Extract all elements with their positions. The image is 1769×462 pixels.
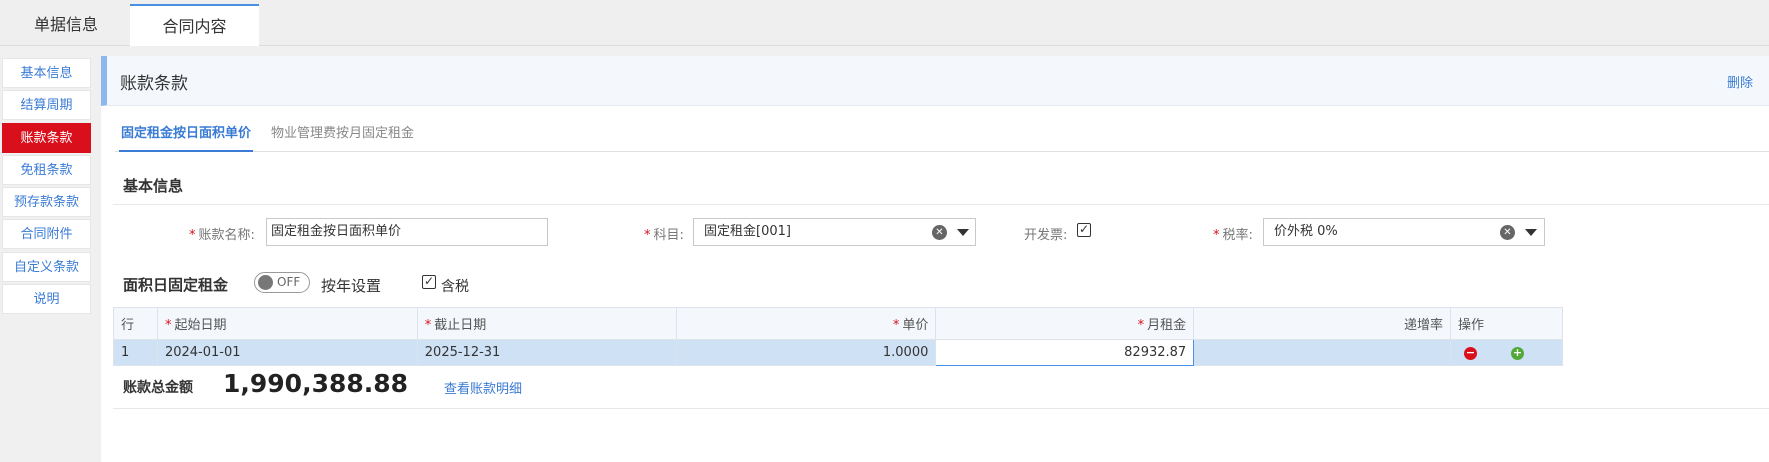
cell-end-date[interactable]: 2025-12-31	[416, 339, 677, 366]
required-mark: *	[424, 318, 432, 333]
cell-actions: − +	[1449, 339, 1564, 366]
total-amount-value: 1,990,388.88	[223, 369, 409, 398]
chevron-down-icon[interactable]	[1525, 229, 1537, 236]
side-nav: 基本信息 结算周期 账款条款 免租条款 预存款条款 合同附件 自定义条款 说明	[2, 58, 91, 316]
chevron-down-icon[interactable]	[957, 229, 969, 236]
payment-name-label: * 账款名称:	[189, 228, 255, 243]
delete-link[interactable]: 删除	[1727, 72, 1753, 91]
main-panel: 账款条款 删除 固定租金按日面积单价 物业管理费按月固定租金 基本信息 * 账款名…	[101, 56, 1769, 462]
tab-fixed-rent-daily-area[interactable]: 固定租金按日面积单价	[119, 122, 254, 152]
sidebar-item-custom-terms[interactable]: 自定义条款	[2, 251, 91, 282]
sidebar-item-deposit-terms[interactable]: 预存款条款	[2, 187, 91, 218]
sidebar-item-basic-info[interactable]: 基本信息	[2, 58, 91, 88]
tax-included-checkbox[interactable]: ✓	[422, 275, 436, 289]
sidebar-item-attachments[interactable]: 合同附件	[2, 219, 91, 250]
col-increase-rate: 递增率	[1193, 307, 1451, 340]
sidebar-item-settlement-cycle[interactable]: 结算周期	[2, 90, 91, 121]
sidebar-item-payment-terms[interactable]: 账款条款	[2, 122, 91, 153]
required-mark: *	[164, 318, 172, 333]
tab-contract-content[interactable]: 合同内容	[130, 4, 259, 46]
clear-icon[interactable]: ✕	[932, 225, 947, 240]
remove-row-icon[interactable]: −	[1463, 347, 1477, 360]
clear-icon[interactable]: ✕	[1500, 225, 1515, 240]
subject-value: 固定租金[001]	[704, 224, 791, 239]
cell-start-date[interactable]: 2024-01-01	[156, 339, 418, 366]
cell-increase-rate[interactable]	[1193, 339, 1451, 366]
section-header: 账款条款 删除	[101, 56, 1769, 106]
tax-included-label: 含税	[441, 279, 469, 295]
table-header-row: 行 * 起始日期 * 截止日期 * 单价 * 月租金 递增率 操作	[113, 307, 1564, 340]
view-details-link[interactable]: 查看账款明细	[444, 378, 522, 397]
required-mark: *	[644, 228, 651, 243]
invoice-label: 开发票:	[1024, 228, 1068, 243]
required-mark: *	[189, 228, 196, 243]
toggle-text: OFF	[277, 275, 301, 289]
divider	[113, 204, 1769, 205]
payment-name-input[interactable]: 固定租金按日面积单价	[266, 218, 548, 246]
yearly-setting-label: 按年设置	[321, 277, 382, 295]
col-monthly-rent: * 月租金	[935, 307, 1195, 340]
required-mark: *	[892, 318, 900, 333]
tax-rate-select[interactable]: 价外税 0% ✕	[1263, 218, 1545, 246]
col-actions: 操作	[1449, 307, 1564, 340]
subject-label: * 科目:	[644, 228, 684, 243]
yearly-toggle[interactable]: OFF	[254, 272, 310, 293]
cell-monthly-rent-input[interactable]: 82932.87	[935, 339, 1195, 366]
rent-table: 行 * 起始日期 * 截止日期 * 单价 * 月租金 递增率 操作 1 2024-01-…	[113, 307, 1564, 366]
top-tab-bar: 单据信息 合同内容	[0, 0, 1769, 46]
col-end-date: * 截止日期	[416, 307, 677, 340]
col-row: 行	[113, 307, 158, 340]
table-row[interactable]: 1 2024-01-01 2025-12-31 1.0000 82932.87 …	[113, 339, 1564, 366]
toggle-knob	[258, 275, 273, 290]
divider	[113, 408, 1769, 409]
add-row-icon[interactable]: +	[1510, 347, 1524, 360]
sidebar-item-rent-free-terms[interactable]: 免租条款	[2, 154, 91, 185]
basic-info-title: 基本信息	[123, 177, 184, 195]
tax-rate-value: 价外税 0%	[1274, 224, 1338, 239]
sub-tab-bar: 固定租金按日面积单价 物业管理费按月固定租金	[115, 114, 1769, 152]
col-unit-price: * 单价	[675, 307, 937, 340]
cell-row: 1	[113, 339, 158, 366]
invoice-checkbox[interactable]: ✓	[1077, 223, 1091, 237]
subject-select[interactable]: 固定租金[001] ✕	[693, 218, 976, 246]
tab-document-info[interactable]: 单据信息	[4, 4, 128, 46]
section-title: 账款条款	[120, 74, 188, 94]
required-mark: *	[1213, 228, 1220, 243]
cell-unit-price[interactable]: 1.0000	[675, 339, 937, 366]
area-daily-rent-title: 面积日固定租金	[123, 276, 229, 294]
required-mark: *	[1137, 318, 1145, 333]
tax-rate-label: * 税率:	[1213, 228, 1253, 243]
total-amount-label: 账款总金额	[123, 380, 193, 396]
sidebar-item-notes[interactable]: 说明	[2, 284, 91, 315]
tab-property-fee-monthly[interactable]: 物业管理费按月固定租金	[271, 122, 414, 152]
col-start-date: * 起始日期	[156, 307, 418, 340]
